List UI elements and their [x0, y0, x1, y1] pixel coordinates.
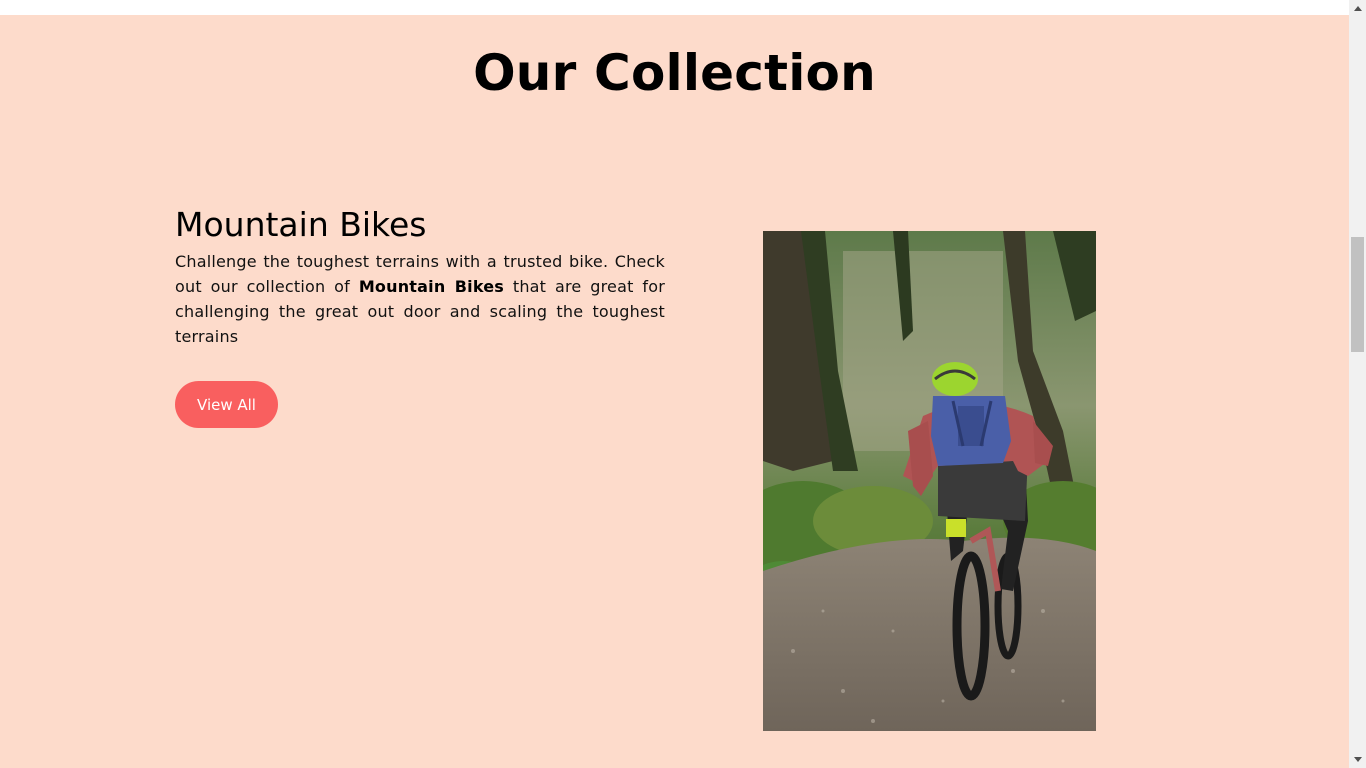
vertical-scrollbar[interactable]: [1349, 0, 1366, 768]
triangle-up-icon: [1353, 6, 1362, 11]
description-highlight: Mountain Bikes: [358, 277, 505, 296]
scroll-up-button[interactable]: [1349, 0, 1366, 17]
scrollbar-thumb[interactable]: [1351, 237, 1364, 352]
page-top-strip: [0, 0, 1349, 15]
triangle-down-icon: [1353, 757, 1362, 762]
page-viewport: Our Collection Mountain Bikes Challenge …: [0, 0, 1349, 768]
collection-section: Our Collection Mountain Bikes Challenge …: [0, 15, 1349, 768]
view-all-button[interactable]: View All: [175, 381, 278, 428]
product-title: Mountain Bikes: [175, 205, 427, 244]
product-description: Challenge the toughest terrains with a t…: [175, 249, 665, 349]
mountain-bike-photo: [763, 231, 1096, 731]
section-title: Our Collection: [473, 44, 876, 102]
scroll-down-button[interactable]: [1349, 751, 1366, 768]
